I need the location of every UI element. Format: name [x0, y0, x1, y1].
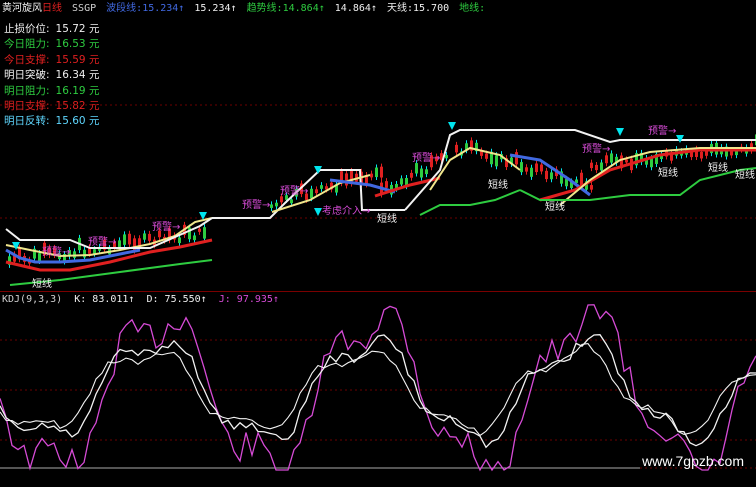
candle-body: [83, 249, 86, 258]
candle-body: [700, 151, 703, 159]
candle-body: [730, 151, 733, 156]
warning-annotation: 预警→: [42, 245, 70, 258]
consider-annotation: 考虑介入→: [322, 205, 370, 217]
kdj-header: KDJ(9,3,3) K: 83.011↑ D: 75.550↑ J: 97.9…: [2, 293, 285, 307]
candle-body: [370, 173, 373, 178]
candle-body: [410, 172, 413, 178]
buy-arrow-icon: [314, 208, 322, 216]
candle-body: [400, 178, 403, 185]
candle-body: [118, 240, 121, 248]
candle-body: [178, 237, 181, 244]
short-line-annotation: 短线: [545, 200, 565, 213]
candle-body: [545, 170, 548, 180]
candle-body: [455, 144, 458, 153]
candle-body: [128, 233, 131, 245]
candle-body: [320, 185, 323, 189]
candle-body: [580, 172, 583, 186]
candle-body: [275, 202, 278, 207]
candle-body: [420, 168, 423, 178]
warning-annotation: 预警→: [242, 198, 270, 211]
short-line-annotation: 短线: [488, 178, 508, 191]
candle-body: [38, 253, 41, 262]
price-chart-area[interactable]: 预警→预警→预警→预警→预警→预警→预警→预警→考虑介入→短线短线短线短线短线短…: [0, 0, 756, 487]
candle-body: [590, 162, 593, 169]
candle-body: [310, 188, 313, 199]
candle-body: [530, 167, 533, 177]
short-line-annotation: 短线: [708, 161, 728, 174]
warning-annotation: 预警→: [412, 151, 440, 164]
candle-body: [650, 158, 653, 168]
candle-body: [415, 163, 418, 174]
candle-body: [590, 185, 593, 190]
candle-body: [193, 235, 196, 241]
candle-body: [290, 199, 293, 204]
candle-body: [535, 163, 538, 173]
candle-body: [600, 162, 603, 171]
candle-body: [425, 169, 428, 175]
kdj-j-line: [0, 304, 756, 472]
warning-annotation: 预警→: [88, 235, 116, 248]
candle-body: [735, 151, 738, 156]
candle-body: [375, 167, 378, 178]
kdj-j-value: J: 97.935↑: [218, 294, 279, 305]
short-line-annotation: 短线: [735, 168, 755, 181]
candle-body: [610, 153, 613, 163]
candle-body: [485, 153, 488, 159]
warning-annotation: 预警→: [648, 124, 676, 137]
candle-body: [495, 155, 498, 167]
short-line-annotation: 短线: [658, 166, 678, 179]
candle-body: [380, 166, 383, 178]
kdj-k-value: K: 83.011↑: [74, 294, 135, 305]
candle-body: [203, 227, 206, 239]
candle-body: [198, 228, 201, 232]
candle-body: [625, 159, 628, 163]
candle-body: [445, 155, 448, 159]
candle-body: [385, 181, 388, 188]
buy-arrow-icon: [616, 128, 624, 136]
candle-body: [605, 155, 608, 164]
short-line-annotation: 短线: [377, 212, 397, 225]
candle-body: [270, 204, 273, 208]
kdj-d-value: D: 75.550↑: [146, 294, 207, 305]
candle-body: [550, 172, 553, 180]
candle-body: [315, 189, 318, 194]
ground-line: [419, 189, 521, 216]
sky-line: [404, 129, 756, 211]
buy-arrow-icon: [448, 122, 456, 130]
candle-body: [515, 152, 518, 165]
warning-annotation: 预警→: [280, 184, 308, 197]
candle-body: [123, 234, 126, 245]
warning-annotation: 预警→: [582, 142, 610, 155]
candle-body: [280, 196, 283, 203]
panel-divider[interactable]: [0, 291, 756, 292]
candle-body: [143, 233, 146, 240]
kdj-name: KDJ(9,3,3): [2, 294, 63, 305]
candle-body: [595, 164, 598, 171]
candle-body: [148, 233, 151, 241]
watermark: www.7gpzb.com: [642, 453, 744, 469]
candle-body: [540, 164, 543, 172]
candle-body: [525, 167, 528, 172]
candle-body: [520, 162, 523, 173]
warning-annotation: 预警→: [152, 220, 180, 233]
candle-body: [93, 249, 96, 254]
short-line-annotation: 短线: [32, 277, 52, 290]
